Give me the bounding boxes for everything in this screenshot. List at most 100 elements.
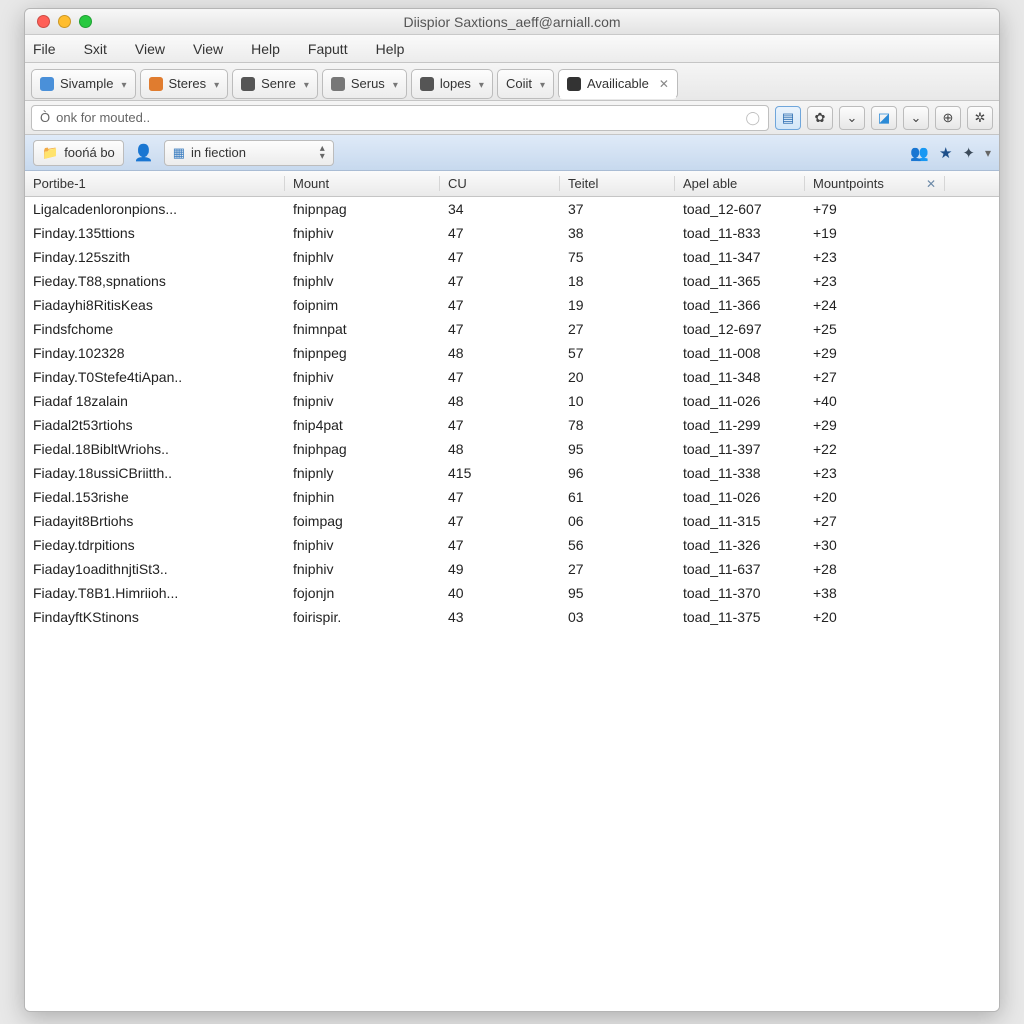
cell-apel: toad_12-607: [675, 201, 805, 217]
table-row[interactable]: Ligalcadenloronpions...fnipnpag3437toad_…: [25, 197, 999, 221]
table-row[interactable]: Fieday.tdrpitionsfniphiv4756toad_11-326+…: [25, 533, 999, 557]
cell-teitel: 61: [560, 489, 675, 505]
browse-button[interactable]: 📁 foońá bo: [33, 140, 124, 166]
menu-help-2[interactable]: Help: [376, 41, 405, 57]
cell-apel: toad_11-315: [675, 513, 805, 529]
search-input[interactable]: Ò onk for mouted.. ◯: [31, 105, 769, 131]
search-glyph-icon: Ò: [40, 110, 50, 125]
table-row[interactable]: Findsfchomefnimnpat4727toad_12-697+25: [25, 317, 999, 341]
table-row[interactable]: Fiedal.153rishefniphin4761toad_11-026+20: [25, 485, 999, 509]
cell-apel: toad_11-026: [675, 489, 805, 505]
tools-icon[interactable]: ✦: [962, 144, 975, 162]
cell-cu: 34: [440, 201, 560, 217]
table-row[interactable]: Fiaday.T8B1.Himriioh...fojonjn4095toad_1…: [25, 581, 999, 605]
close-tab-icon[interactable]: ✕: [659, 77, 669, 91]
filter-select-label: in fiection: [191, 145, 246, 160]
zoom-icon[interactable]: [79, 15, 92, 28]
column-header[interactable]: Mountpoints ✕: [805, 176, 945, 191]
table-row[interactable]: Fieday.T88,spnationsfniphlv4718toad_11-3…: [25, 269, 999, 293]
table-row[interactable]: Finday.102328fnipnpeg4857toad_11-008+29: [25, 341, 999, 365]
table-row[interactable]: Finday.T0Stefe4tiApan..fniphiv4720toad_1…: [25, 365, 999, 389]
chevron-down-icon[interactable]: [302, 76, 309, 91]
cell-apel: toad_11-348: [675, 369, 805, 385]
cell-mount: foipnim: [285, 297, 440, 313]
table-row[interactable]: Finday.125szithfniphlv4775toad_11-347+23: [25, 245, 999, 269]
cell-teitel: 57: [560, 345, 675, 361]
table-row[interactable]: Fiadaf 18zalainfnipniv4810toad_11-026+40: [25, 389, 999, 413]
table-row[interactable]: Fiadayit8Brtiohsfoimpag4706toad_11-315+2…: [25, 509, 999, 533]
tab-label: Senre: [261, 76, 296, 91]
search-row: Ò onk for mouted.. ◯ ▤ ✿ ⌄ ◪ ⌄ ⊕ ✲: [25, 101, 999, 135]
table-row[interactable]: Fiaday.18ussiCBriitth..fnipnly41596toad_…: [25, 461, 999, 485]
table-row[interactable]: Fiadal2t53rtiohsfnip4pat4778toad_11-299+…: [25, 413, 999, 437]
chevron-down-icon[interactable]: [538, 76, 545, 91]
cell-cu: 47: [440, 225, 560, 241]
cell-mountpoints: +28: [805, 561, 945, 577]
cell-cu: 47: [440, 489, 560, 505]
menu-view-2[interactable]: View: [193, 41, 223, 57]
add-user-icon[interactable]: 👥: [910, 144, 929, 162]
tab-availicable[interactable]: Availicable✕: [558, 69, 678, 99]
column-header[interactable]: Apel able: [675, 176, 805, 191]
menu-faputt[interactable]: Faputt: [308, 41, 348, 57]
user-icon[interactable]: 👤: [134, 143, 154, 163]
cell-mount: fniphlv: [285, 273, 440, 289]
cell-mountpoints: +40: [805, 393, 945, 409]
gear-button[interactable]: ✿: [807, 106, 833, 130]
cell-mount: fniphlv: [285, 249, 440, 265]
close-icon[interactable]: [37, 15, 50, 28]
filter-select[interactable]: ▦ in fiection ▴▾: [164, 140, 334, 166]
menu-help-1[interactable]: Help: [251, 41, 280, 57]
close-column-icon[interactable]: ✕: [926, 177, 936, 191]
column-header[interactable]: CU: [440, 176, 560, 191]
cell-mountpoints: +27: [805, 369, 945, 385]
menu-file[interactable]: File: [33, 41, 56, 57]
target-button[interactable]: ⊕: [935, 106, 961, 130]
menu-view-1[interactable]: View: [135, 41, 165, 57]
tab-label: Serus: [351, 76, 385, 91]
chevron-down-icon[interactable]: [391, 76, 398, 91]
cell-name: Fieday.T88,spnations: [25, 273, 285, 289]
cell-teitel: 38: [560, 225, 675, 241]
table-row[interactable]: Finday.135ttionsfniphiv4738toad_11-833+1…: [25, 221, 999, 245]
chevron-down-icon[interactable]: [119, 76, 126, 91]
cell-name: Fiadayhi8RitisKeas: [25, 297, 285, 313]
column-header[interactable]: Teitel: [560, 176, 675, 191]
gear-icon[interactable]: ✲: [967, 106, 993, 130]
tab-sivample[interactable]: Sivample: [31, 69, 136, 99]
star-icon[interactable]: ★: [939, 144, 952, 162]
table-row[interactable]: Fiadayhi8RitisKeasfoipnim4719toad_11-366…: [25, 293, 999, 317]
tab-senre[interactable]: Senre: [232, 69, 318, 99]
filter-button[interactable]: ▤: [775, 106, 801, 130]
cell-mountpoints: +24: [805, 297, 945, 313]
cell-mountpoints: +25: [805, 321, 945, 337]
cell-name: Fiedal.18BibltWriohs..: [25, 441, 285, 457]
dropdown-button-2[interactable]: ⌄: [903, 106, 929, 130]
chevron-down-icon[interactable]: ▾: [985, 146, 991, 160]
table-row[interactable]: Fiedal.18BibltWriohs..fniphpag4895toad_1…: [25, 437, 999, 461]
cell-cu: 48: [440, 441, 560, 457]
minimize-icon[interactable]: [58, 15, 71, 28]
table-body[interactable]: Ligalcadenloronpions...fnipnpag3437toad_…: [25, 197, 999, 1011]
tab-steres[interactable]: Steres: [140, 69, 229, 99]
tab-coiit[interactable]: Coiit: [497, 69, 554, 99]
cell-name: Fiaday1oadithnjtiSt3..: [25, 561, 285, 577]
column-header[interactable]: Mount: [285, 176, 440, 191]
tab-label: lopes: [440, 76, 471, 91]
column-header[interactable]: Portibe-1: [25, 176, 285, 191]
tab-lopes[interactable]: lopes: [411, 69, 493, 99]
chevron-down-icon[interactable]: [212, 76, 219, 91]
tab-serus[interactable]: Serus: [322, 69, 407, 99]
chevron-down-icon[interactable]: [477, 76, 484, 91]
cell-name: Fiedal.153rishe: [25, 489, 285, 505]
table-row[interactable]: FindayftKStinonsfoirispir.4303toad_11-37…: [25, 605, 999, 629]
cell-cu: 47: [440, 513, 560, 529]
dropdown-button-1[interactable]: ⌄: [839, 106, 865, 130]
cell-mount: fniphiv: [285, 561, 440, 577]
table-row[interactable]: Fiaday1oadithnjtiSt3..fniphiv4927toad_11…: [25, 557, 999, 581]
menu-sxit[interactable]: Sxit: [84, 41, 107, 57]
shield-button[interactable]: ◪: [871, 106, 897, 130]
cell-mount: foimpag: [285, 513, 440, 529]
cell-mount: fniphiv: [285, 537, 440, 553]
cell-teitel: 18: [560, 273, 675, 289]
